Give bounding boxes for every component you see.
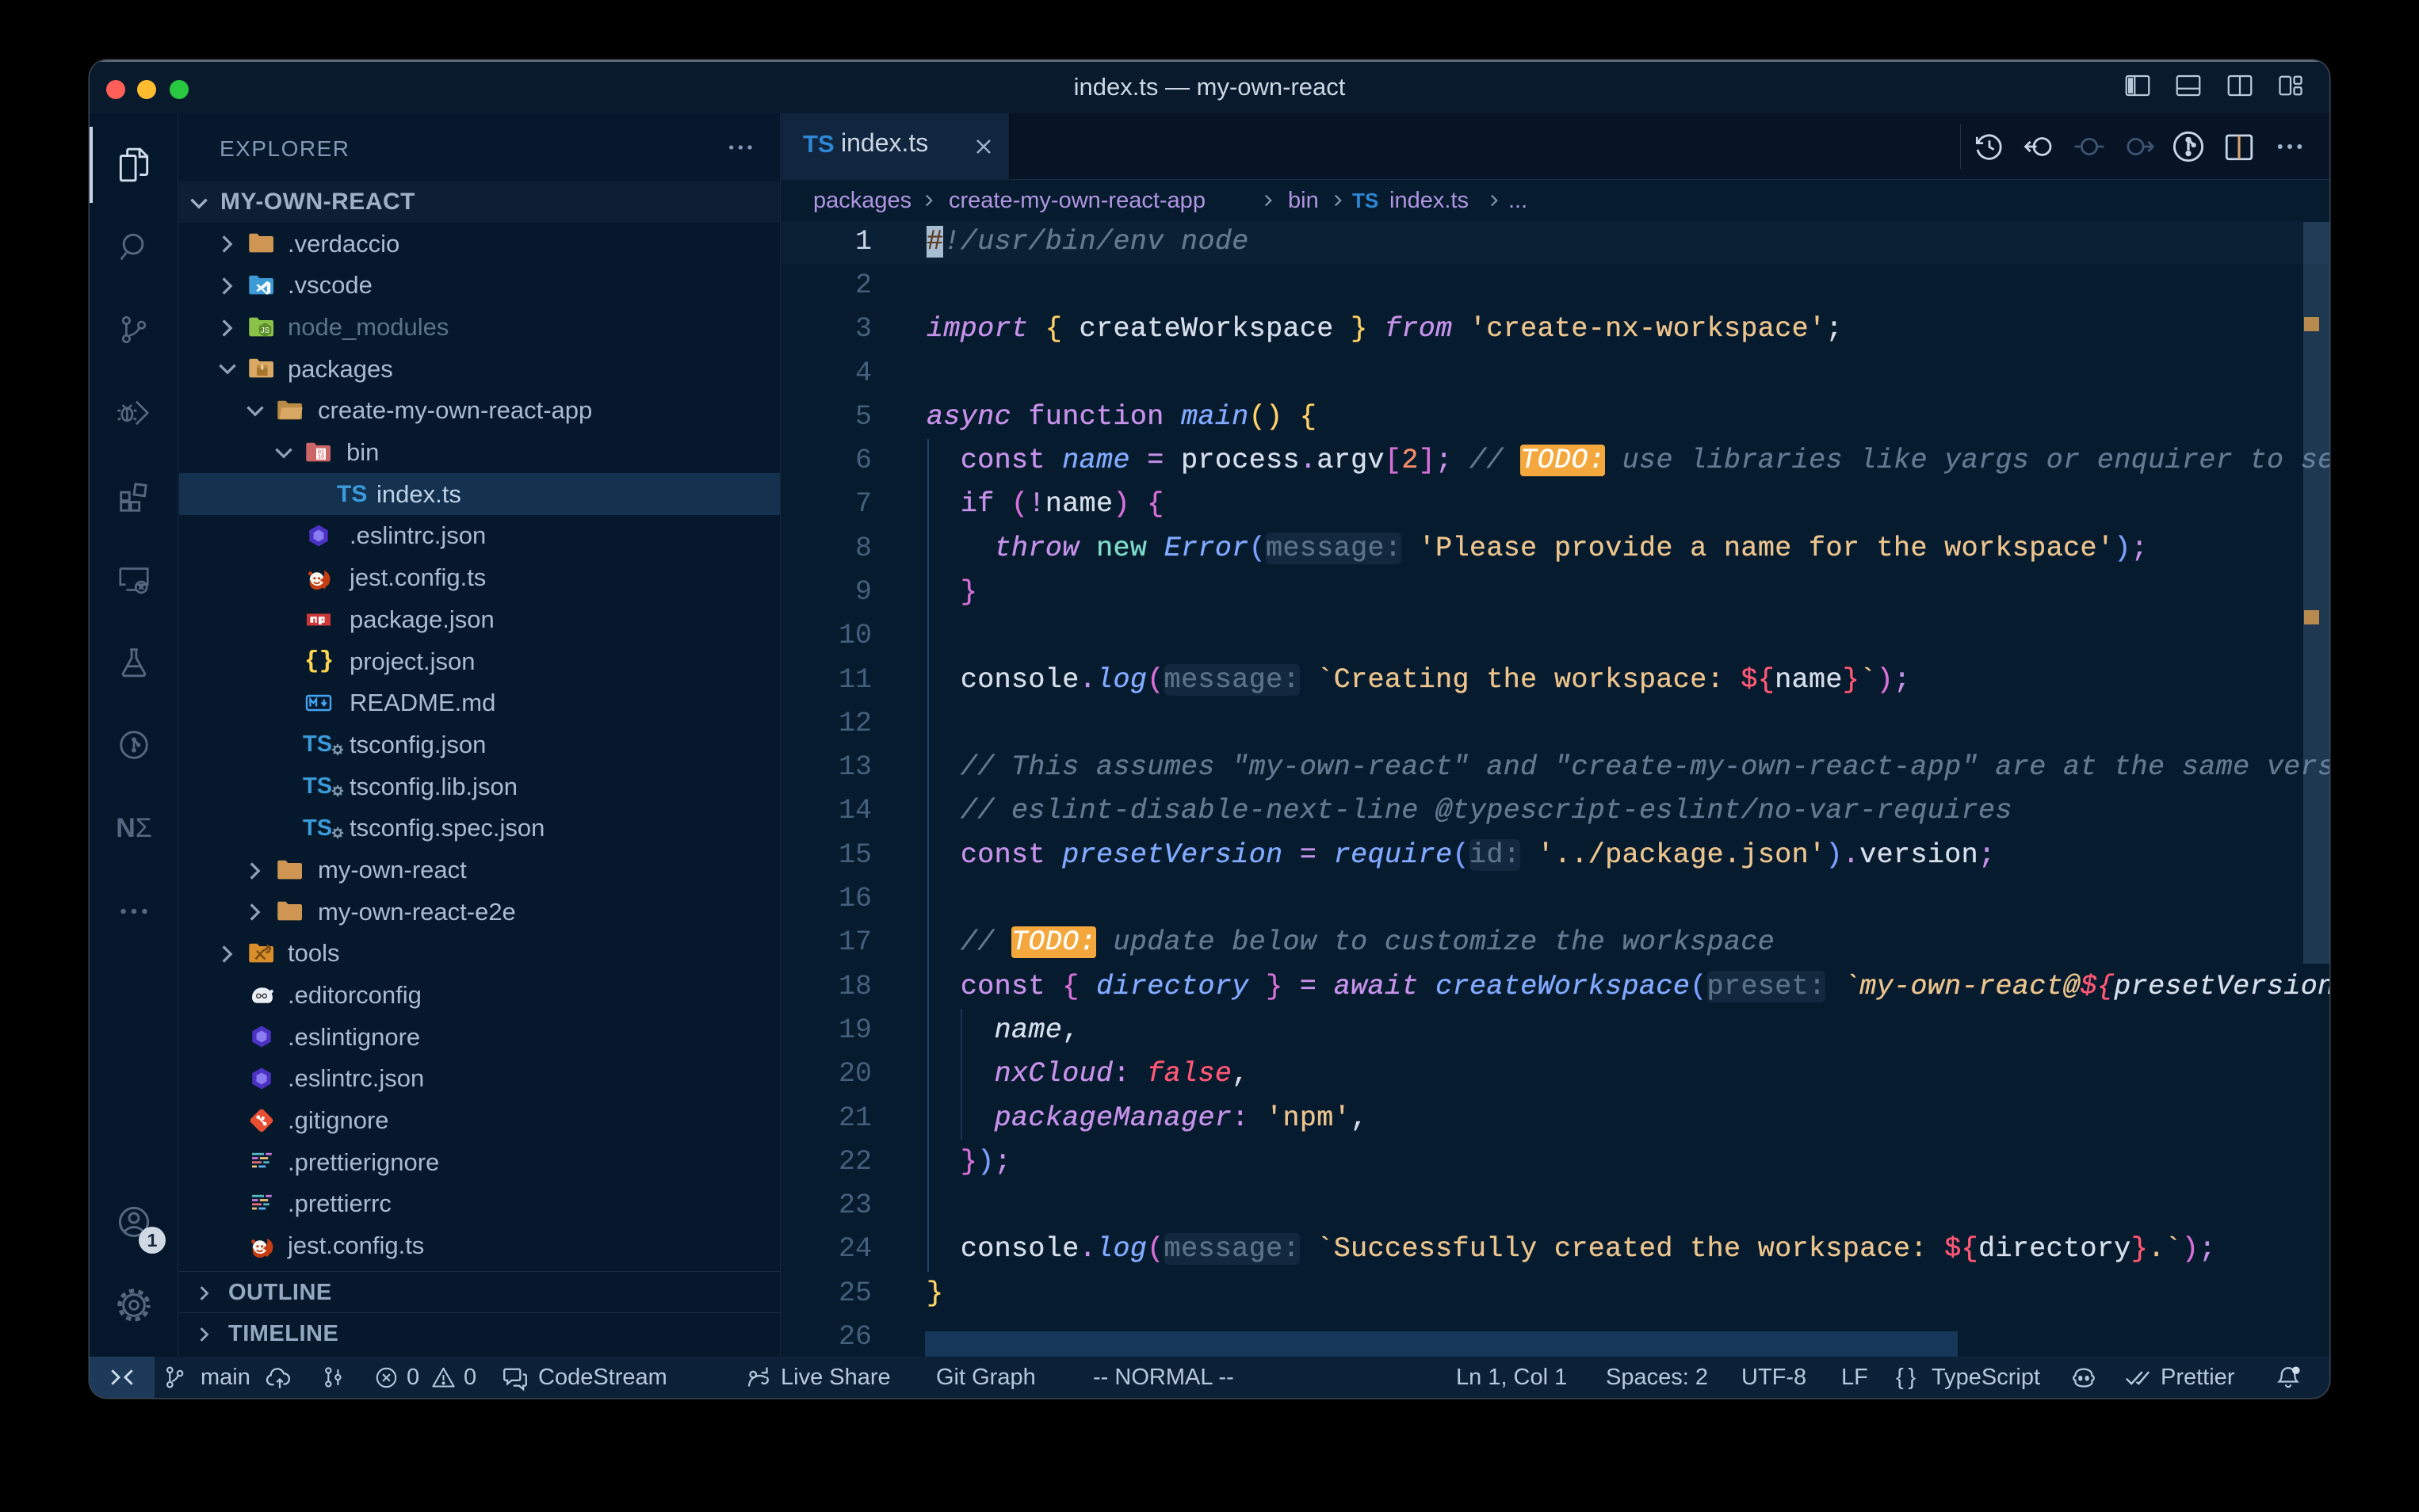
- svg-text:JS: JS: [261, 326, 270, 335]
- svg-text:10: 10: [318, 454, 324, 460]
